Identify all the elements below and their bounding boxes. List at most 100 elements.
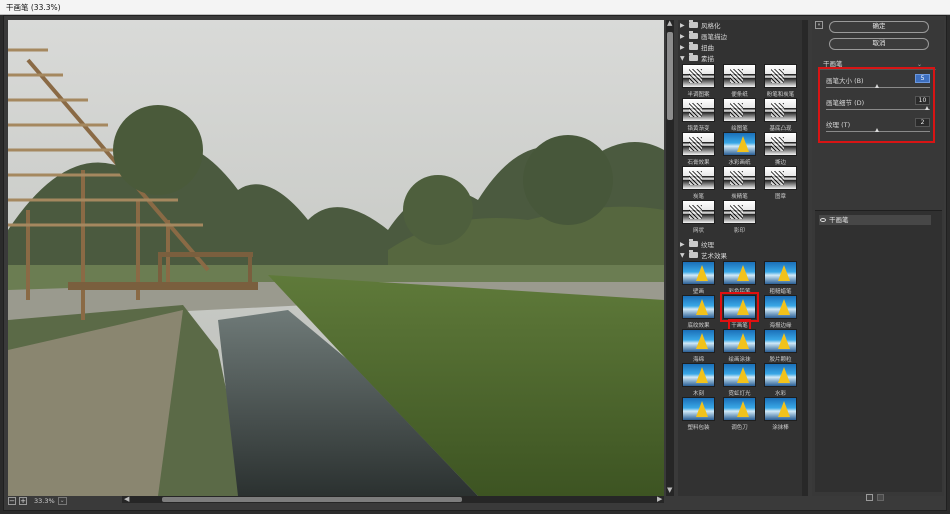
filter-palette-knife[interactable]: 调色刀 xyxy=(722,397,757,431)
param-label: 画笔细节 (D) xyxy=(826,99,865,107)
preview-vertical-scrollbar[interactable] xyxy=(666,20,674,496)
slider-handle[interactable] xyxy=(875,84,879,88)
filter-bas-relief[interactable]: 基底凸现 xyxy=(763,98,798,132)
filter-thumbnail xyxy=(682,200,715,224)
triangle-right-icon: ▶ xyxy=(680,240,685,248)
filter-thumbnail xyxy=(764,397,797,421)
folder-label: 画笔描边 xyxy=(701,33,727,41)
filter-thumbnail xyxy=(682,295,715,319)
zoom-value: 33.3% xyxy=(34,497,55,505)
triangle-down-icon: ▼ xyxy=(680,251,685,259)
filter-thumbnail xyxy=(723,397,756,421)
filter-thumbnail xyxy=(723,200,756,224)
filter-conte-crayon[interactable]: 炭精笔 xyxy=(722,166,757,200)
folder-artistic[interactable]: ▼ 艺术效果 xyxy=(680,250,800,260)
filter-neon-glow[interactable]: 霓虹灯光 xyxy=(722,363,757,397)
filter-thumbnail xyxy=(764,295,797,319)
zoom-dropdown-icon[interactable]: ⌄ xyxy=(57,497,67,505)
ok-button[interactable]: 确定 xyxy=(829,21,929,33)
zoom-controls: − + 33.3% ⌄ xyxy=(8,496,124,506)
folder-distort[interactable]: ▶ 扭曲 xyxy=(680,42,800,52)
filter-water-paper[interactable]: 水彩画纸 xyxy=(722,132,757,166)
filter-thumbnail xyxy=(682,64,715,88)
filter-thumbnail xyxy=(764,98,797,122)
scroll-down-arrow-icon[interactable]: ▼ xyxy=(667,487,672,494)
filter-watercolor[interactable]: 水彩 xyxy=(763,363,798,397)
folder-sketch[interactable]: ▼ 素描 xyxy=(680,53,800,63)
triangle-down-icon: ▼ xyxy=(680,54,685,62)
filter-thumbnail xyxy=(723,363,756,387)
filter-colored-pencil[interactable]: 彩色铅笔 xyxy=(722,261,757,295)
scroll-up-arrow-icon[interactable]: ▲ xyxy=(667,20,672,27)
filter-note-paper[interactable]: 便条纸 xyxy=(722,64,757,98)
folder-icon xyxy=(689,31,698,39)
filter-thumbnail xyxy=(682,261,715,285)
new-effect-layer-icon[interactable] xyxy=(866,494,873,501)
filter-film-grain[interactable]: 胶片颗粒 xyxy=(763,329,798,363)
texture-input[interactable]: 2 xyxy=(915,118,930,127)
filter-plaster[interactable]: 石膏效果 xyxy=(681,132,716,166)
filter-stamp[interactable]: 图章 xyxy=(763,166,798,200)
scrollbar-thumb[interactable] xyxy=(667,32,673,120)
brush-detail-slider[interactable] xyxy=(826,109,930,110)
collapse-gallery-icon[interactable]: « xyxy=(815,21,823,29)
filter-thumbnail xyxy=(682,98,715,122)
filter-chalk-charcoal[interactable]: 粉笔和炭笔 xyxy=(763,64,798,98)
filter-thumbnail xyxy=(764,132,797,156)
scrollbar-thumb[interactable] xyxy=(162,497,462,502)
filter-thumbnail xyxy=(682,397,715,421)
scroll-left-arrow-icon[interactable]: ◀ xyxy=(124,496,129,503)
filter-chrome[interactable]: 铬黄渐变 xyxy=(681,98,716,132)
filter-photocopy[interactable]: 影印 xyxy=(722,200,757,234)
filter-graphic-pen[interactable]: 绘图笔 xyxy=(722,98,757,132)
filter-underpainting[interactable]: 底纹效果 xyxy=(681,295,716,329)
filter-smudge-stick[interactable]: 涂抹棒 xyxy=(763,397,798,431)
filter-thumbnail xyxy=(682,363,715,387)
eye-icon[interactable] xyxy=(820,218,826,222)
filter-sponge[interactable]: 海绵 xyxy=(681,329,716,363)
filter-rough-pastels[interactable]: 粗糙蜡笔 xyxy=(763,261,798,295)
filter-fresco[interactable]: 壁画 xyxy=(681,261,716,295)
slider-handle[interactable] xyxy=(875,128,879,132)
image-preview[interactable] xyxy=(8,20,664,496)
filter-thumbnail xyxy=(723,132,756,156)
folder-stylize[interactable]: ▶ 风格化 xyxy=(680,20,800,30)
param-brush-detail: 画笔细节 (D) 10 xyxy=(826,96,930,117)
folder-texture[interactable]: ▶ 纹理 xyxy=(680,239,800,249)
cancel-button[interactable]: 取消 xyxy=(829,38,929,50)
filter-reticulation[interactable]: 网状 xyxy=(681,200,716,234)
filter-thumbnail xyxy=(764,261,797,285)
folder-label: 纹理 xyxy=(701,241,714,249)
folder-icon xyxy=(689,250,698,258)
brush-size-input[interactable]: 5 xyxy=(915,74,930,83)
filter-poster-edges[interactable]: 海报边缘 xyxy=(763,295,798,329)
filter-dry-brush[interactable]: 干画笔 xyxy=(720,292,759,332)
filter-thumbnail xyxy=(723,98,756,122)
filter-paint-daubs[interactable]: 绘画涂抹 xyxy=(722,329,757,363)
folder-icon xyxy=(689,42,698,50)
slider-handle[interactable] xyxy=(925,106,929,110)
effect-layer[interactable]: 干画笔 xyxy=(819,215,931,225)
folder-label: 风格化 xyxy=(701,22,721,30)
folder-brush-strokes[interactable]: ▶ 画笔描边 xyxy=(680,31,800,41)
filter-plastic-wrap[interactable]: 塑料包装 xyxy=(681,397,716,431)
preview-horizontal-scrollbar[interactable] xyxy=(122,496,664,503)
param-texture: 纹理 (T) 2 xyxy=(826,118,930,139)
filter-halftone-pattern[interactable]: 半调图案 xyxy=(681,64,716,98)
filter-torn-edges[interactable]: 撕边 xyxy=(763,132,798,166)
folder-label: 扭曲 xyxy=(701,44,714,52)
zoom-in-button[interactable]: + xyxy=(19,497,27,505)
folder-icon xyxy=(689,20,698,28)
zoom-out-button[interactable]: − xyxy=(8,497,16,505)
trash-icon[interactable] xyxy=(877,494,884,501)
scroll-right-arrow-icon[interactable]: ▶ xyxy=(657,496,662,503)
brush-detail-input[interactable]: 10 xyxy=(915,96,930,105)
filter-thumbnail xyxy=(764,166,797,190)
effect-layers-panel: 干画笔 xyxy=(815,210,942,492)
gallery-scrollbar[interactable] xyxy=(802,20,808,496)
param-label: 画笔大小 (B) xyxy=(826,77,864,85)
folder-icon xyxy=(689,53,698,61)
filter-charcoal[interactable]: 炭笔 xyxy=(681,166,716,200)
filter-gallery-list: ▶ 风格化 ▶ 画笔描边 ▶ 扭曲 ▼ 素描 半调图案 便条纸 粉笔和炭笔 铬黄… xyxy=(678,20,802,496)
filter-cutout[interactable]: 木刻 xyxy=(681,363,716,397)
